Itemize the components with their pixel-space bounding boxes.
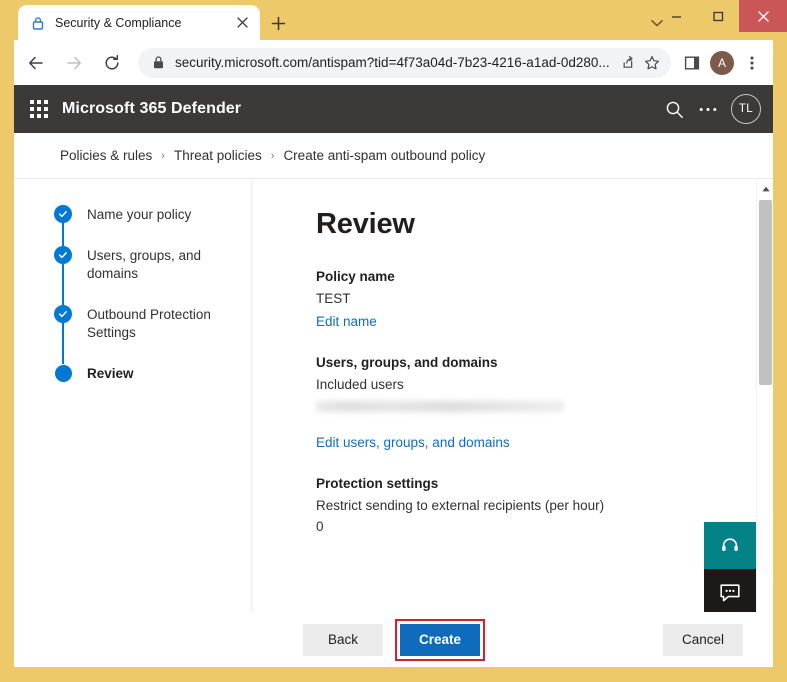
url-text: security.microsoft.com/antispam?tid=4f73… [175,55,610,70]
create-button[interactable]: Create [400,623,481,656]
back-navigation-icon[interactable] [20,47,52,79]
caret-up-icon[interactable] [757,180,773,197]
app-launcher-icon[interactable] [28,98,50,120]
step-label: Users, groups, and domains [87,248,202,281]
search-icon[interactable] [657,92,691,126]
review-content: Review Policy name TEST Edit name Users,… [253,180,756,612]
page-viewport: Microsoft 365 Defender TL Policies & rul… [14,85,773,667]
collections-icon[interactable] [677,48,707,78]
edit-name-link[interactable]: Edit name [316,314,377,329]
restrict-sending-label: Restrict sending to external recipients … [316,498,605,513]
close-icon[interactable] [232,13,252,33]
feedback-chat-icon[interactable] [704,569,756,617]
page-scrollbar[interactable] [756,180,773,667]
three-dots-vertical-icon[interactable] [737,48,767,78]
close-window-button[interactable] [739,0,787,32]
minimize-button[interactable] [655,0,697,32]
tab-title: Security & Compliance [55,15,182,30]
avatar[interactable]: TL [731,94,761,124]
cancel-button[interactable]: Cancel [662,623,743,656]
breadcrumb: Policies & rules › Threat policies › Cre… [14,133,773,179]
share-icon[interactable] [613,50,639,76]
maximize-button[interactable] [697,0,739,32]
wizard-step-users-groups-domains[interactable]: Users, groups, and domains [54,246,251,305]
included-users-label: Included users [316,377,404,392]
breadcrumb-separator: › [270,149,275,162]
wizard-step-review[interactable]: Review [54,364,251,383]
users-groups-domains-heading: Users, groups, and domains [316,355,498,370]
m365-suite-bar: Microsoft 365 Defender TL [14,85,773,133]
edit-users-groups-domains-link[interactable]: Edit users, groups, and domains [316,435,510,450]
step-complete-icon [54,305,72,323]
wizard-step-outbound-protection-settings[interactable]: Outbound Protection Settings [54,305,251,364]
wizard-step-name-your-policy[interactable]: Name your policy [54,205,251,246]
lock-icon [30,15,46,31]
address-bar[interactable]: security.microsoft.com/antispam?tid=4f73… [138,47,671,78]
policy-name-value: TEST [316,291,351,306]
create-button-highlight: Create [395,618,486,661]
padlock-icon [152,55,165,70]
back-button[interactable]: Back [303,623,383,656]
window-controls [655,0,787,32]
step-label: Name your policy [87,207,192,222]
step-complete-icon [54,246,72,264]
forward-navigation-icon[interactable] [58,47,90,79]
step-complete-icon [54,205,72,223]
step-label: Outbound Protection Settings [87,307,211,340]
step-connector-line [62,323,64,364]
breadcrumb-item-threat-policies[interactable]: Threat policies [174,148,262,163]
suite-title: Microsoft 365 Defender [62,100,242,117]
step-connector-line [62,264,64,305]
breadcrumb-item-policies-rules[interactable]: Policies & rules [60,148,152,163]
breadcrumb-separator: › [161,149,165,162]
wizard-body: Name your policy Users, groups, and doma… [14,180,773,612]
breadcrumb-item-current: Create anti-spam outbound policy [283,148,486,163]
included-users-value-redacted [316,401,564,412]
step-current-icon [54,364,72,382]
help-headset-icon[interactable] [704,522,756,569]
new-tab-button[interactable] [267,12,289,34]
scrollbar-thumb[interactable] [759,200,772,385]
browser-window: Security & Compliance security.microsoft… [0,0,787,682]
restrict-sending-value: 0 [316,519,324,534]
page-title: Review [316,208,415,240]
ellipsis-icon[interactable] [691,92,725,126]
wizard-steps-nav: Name your policy Users, groups, and doma… [14,180,252,612]
step-label: Review [87,366,134,381]
reload-icon[interactable] [96,47,128,79]
browser-title-bar: Security & Compliance [0,0,787,40]
profile-avatar[interactable]: A [710,50,734,75]
browser-toolbar: security.microsoft.com/antispam?tid=4f73… [14,40,773,85]
browser-tab[interactable]: Security & Compliance [18,5,260,40]
star-icon[interactable] [639,50,665,76]
protection-settings-heading: Protection settings [316,476,439,491]
policy-name-heading: Policy name [316,269,395,284]
wizard-footer: Back Create Cancel [14,612,773,667]
step-connector-line [62,223,64,246]
